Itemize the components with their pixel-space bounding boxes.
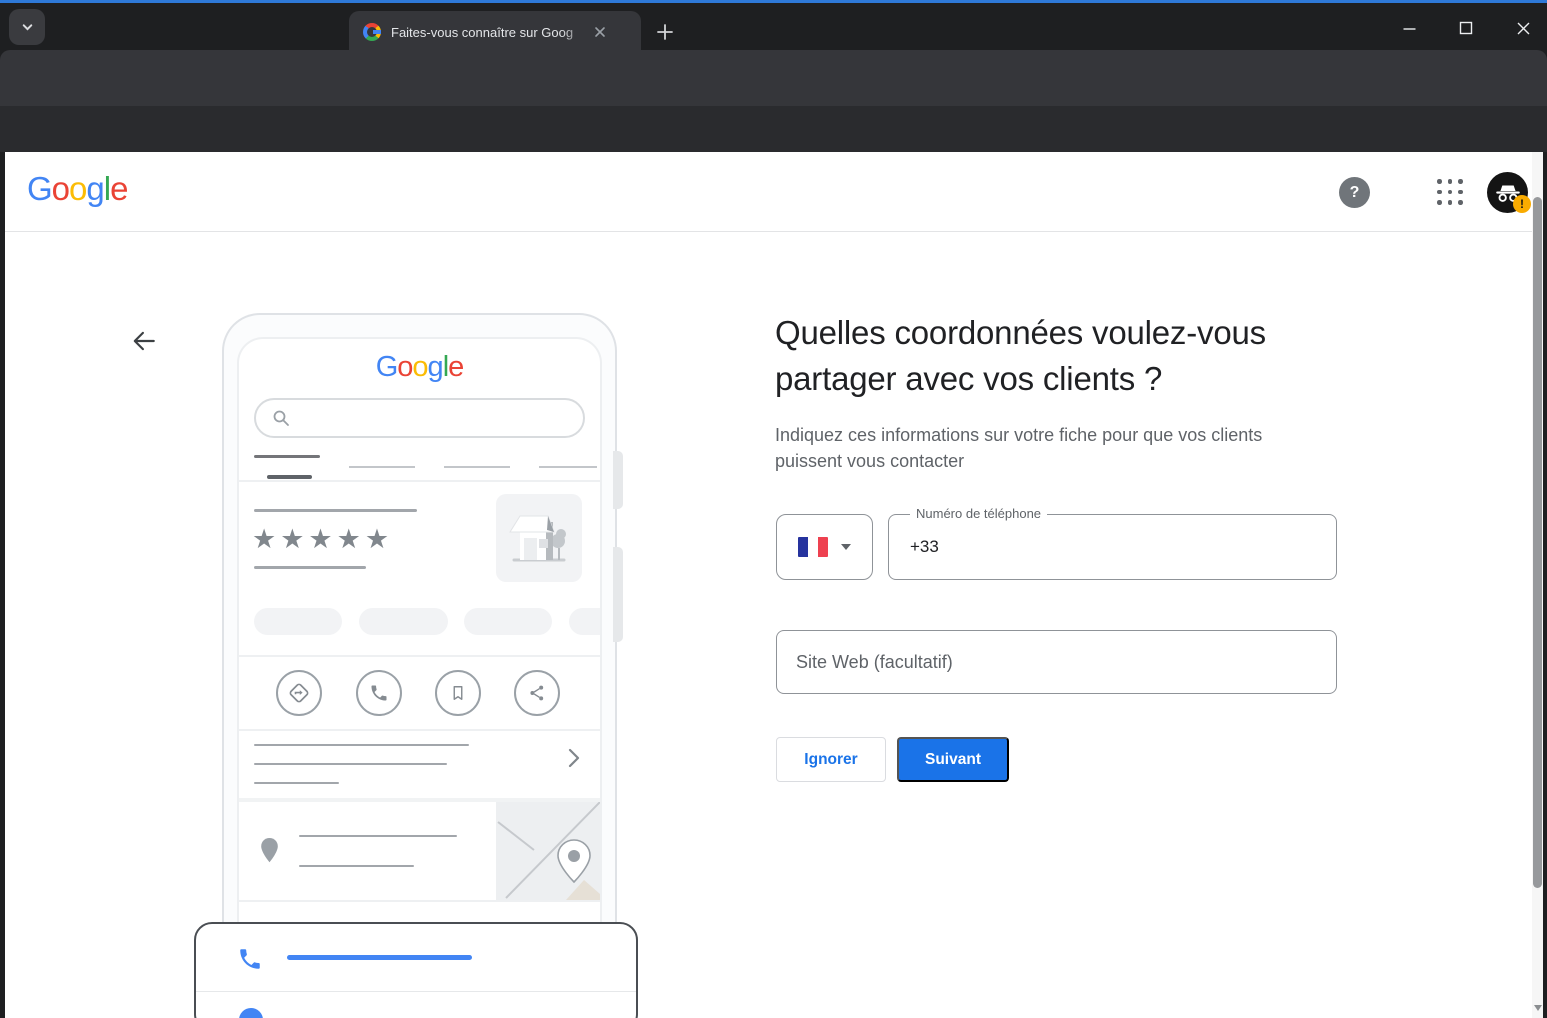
website-field[interactable] — [776, 630, 1337, 694]
phone-side-button — [613, 547, 623, 642]
tab-strip: Faites-vous connaître sur Goog — [0, 3, 1547, 50]
mockup-chip — [359, 608, 448, 635]
google-logo: Google — [27, 170, 127, 208]
page-title: Quelles coordonnées voulez-vous partager… — [775, 310, 1340, 402]
google-favicon — [363, 23, 381, 41]
france-flag-icon — [798, 537, 828, 557]
browser-tab[interactable]: Faites-vous connaître sur Goog — [349, 11, 641, 53]
divider — [239, 480, 600, 482]
mockup-tab — [444, 466, 510, 468]
window-border — [1543, 152, 1547, 1018]
back-step-button[interactable] — [131, 328, 159, 356]
mockup-list-bullet — [239, 1008, 263, 1018]
dropdown-arrow-icon — [841, 544, 851, 550]
scrollbar-down-arrow[interactable] — [1534, 1005, 1542, 1011]
country-select[interactable] — [776, 514, 873, 580]
mockup-call-button — [356, 670, 402, 716]
chevron-down-icon — [21, 21, 34, 34]
bookmark-icon — [448, 683, 468, 703]
mockup-directions-button — [276, 670, 322, 716]
storefront-icon — [506, 508, 572, 568]
search-icon — [272, 409, 290, 427]
account-alert-badge: ! — [1513, 195, 1531, 213]
divider — [239, 729, 600, 731]
mockup-google-logo: Google — [239, 351, 600, 384]
scrollbar-thumb[interactable] — [1533, 197, 1542, 888]
website-input[interactable] — [796, 631, 1316, 693]
mockup-save-button — [435, 670, 481, 716]
directions-icon — [288, 682, 310, 704]
mockup-phone-number-placeholder — [287, 955, 472, 960]
location-pin-icon — [260, 837, 279, 869]
mockup-chip — [569, 608, 600, 635]
new-tab-button[interactable] — [650, 17, 680, 47]
mockup-chip — [254, 608, 342, 635]
tab-title: Faites-vous connaître sur Goog — [391, 25, 589, 40]
tab-search-button[interactable] — [9, 9, 45, 45]
mockup-map-thumbnail — [496, 802, 600, 900]
next-button[interactable]: Suivant — [897, 737, 1009, 782]
mockup-star-rating: ★★★★★ — [252, 524, 393, 555]
page-subtitle: Indiquez ces informations sur votre fich… — [775, 422, 1320, 474]
mockup-share-button — [514, 670, 560, 716]
arrow-left-icon — [131, 328, 157, 354]
divider — [239, 655, 600, 657]
close-button[interactable] — [1503, 13, 1543, 43]
phone-number-field[interactable]: Numéro de téléphone — [888, 514, 1337, 580]
skip-button[interactable]: Ignorer — [776, 737, 886, 782]
mockup-active-tab — [254, 455, 320, 458]
mockup-line-placeholder — [254, 744, 469, 746]
mockup-line-placeholder — [254, 566, 366, 569]
mockup-call-sheet — [194, 922, 638, 1018]
mockup-address-line — [299, 835, 457, 837]
mockup-tab — [349, 466, 415, 468]
mockup-line-placeholder — [254, 763, 447, 765]
browser-toolbar: business.google.com/create/new?gmbsrc=fr… — [0, 50, 1547, 106]
apps-grid-button[interactable] — [1437, 179, 1465, 207]
page-content: Google ? ! G — [5, 152, 1532, 1018]
browser-window: Faites-vous connaître sur Goog — [0, 0, 1547, 1018]
mockup-title-placeholder — [254, 509, 417, 512]
phone-side-button — [613, 451, 623, 509]
phone-mockup-screen: Google ★★★★★ — [237, 337, 602, 1018]
bookmarks-bar: » — [0, 106, 1547, 152]
help-icon: ? — [1350, 184, 1360, 202]
share-icon — [527, 683, 547, 703]
mockup-business-photo — [496, 494, 582, 582]
mockup-chip — [464, 608, 552, 635]
maximize-button[interactable] — [1446, 13, 1486, 43]
mockup-line-placeholder — [254, 782, 339, 784]
mockup-search-bar — [254, 398, 585, 438]
help-button[interactable]: ? — [1339, 177, 1370, 208]
phone-number-input[interactable] — [910, 515, 1310, 579]
mockup-tab-indicator — [267, 475, 312, 479]
mockup-tab — [539, 466, 597, 468]
divider — [239, 900, 600, 902]
minimize-button[interactable] — [1389, 13, 1429, 43]
phone-icon — [369, 683, 389, 703]
alert-icon: ! — [1520, 197, 1524, 211]
phone-icon-blue — [237, 946, 263, 972]
chevron-right-icon — [567, 747, 581, 774]
page-header: Google ? ! — [5, 152, 1532, 232]
mockup-address-line — [299, 865, 414, 867]
tab-close-icon[interactable] — [593, 25, 607, 39]
divider — [196, 991, 636, 992]
